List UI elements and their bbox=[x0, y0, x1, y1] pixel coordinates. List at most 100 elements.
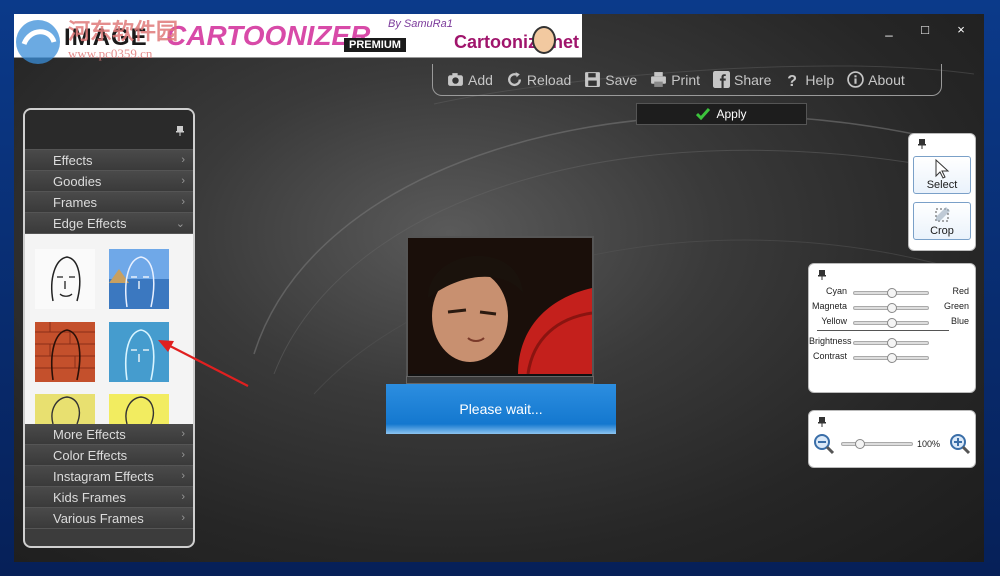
loading-progress-bar bbox=[406, 376, 594, 384]
pin-icon[interactable] bbox=[817, 417, 827, 427]
crop-label: Crop bbox=[930, 225, 954, 237]
slider-knob[interactable] bbox=[887, 353, 897, 363]
minimize-button[interactable]: _ bbox=[880, 22, 898, 37]
pin-icon[interactable] bbox=[917, 139, 927, 149]
photo-canvas[interactable] bbox=[406, 236, 594, 384]
menu-item-label: Edge Effects bbox=[53, 215, 127, 231]
chevron-right-icon: › bbox=[181, 470, 185, 482]
printer-icon bbox=[651, 72, 667, 87]
zoom-slider[interactable] bbox=[841, 439, 913, 449]
menu-item-label: Color Effects bbox=[53, 447, 128, 463]
chevron-right-icon: › bbox=[181, 512, 185, 524]
help-label: Help bbox=[805, 71, 835, 88]
share-label: Share bbox=[734, 71, 772, 88]
menu-goodies[interactable]: Goodies › bbox=[25, 171, 193, 192]
svg-text:?: ? bbox=[788, 73, 798, 88]
slider-track[interactable] bbox=[853, 318, 929, 328]
slider-left-label: Yellow bbox=[821, 316, 847, 326]
slider-row: Cyan Red bbox=[809, 286, 977, 300]
crop-icon bbox=[935, 207, 950, 222]
menu-frames[interactable]: Frames › bbox=[25, 192, 193, 213]
logo-premium-badge: PREMIUM bbox=[344, 38, 406, 52]
slider-left-label: Cyan bbox=[825, 286, 847, 296]
thumb-sketch-yellow-2[interactable] bbox=[109, 394, 169, 424]
camera-add-icon bbox=[448, 73, 463, 86]
chevron-right-icon: › bbox=[181, 175, 185, 187]
save-button[interactable]: Save bbox=[584, 71, 637, 88]
slider-right-label: Green bbox=[943, 301, 969, 311]
slider-track[interactable] bbox=[853, 303, 929, 313]
please-wait-text: Please wait... bbox=[459, 401, 543, 417]
reload-label: Reload bbox=[526, 71, 572, 88]
add-button[interactable]: Add bbox=[447, 71, 493, 88]
logo-author: By SamuRa1 bbox=[388, 18, 453, 30]
app-window: IMAGE CARTOONIZER By SamuRa1 PREMIUM Car… bbox=[14, 14, 984, 562]
menu-item-label: Frames bbox=[53, 194, 98, 210]
effects-panel-header bbox=[25, 110, 193, 150]
select-tool-button[interactable]: Select bbox=[913, 156, 971, 194]
pin-icon[interactable] bbox=[175, 126, 185, 136]
slider-left-label: Brightness bbox=[809, 336, 852, 346]
thumb-sketch-yellow-1[interactable] bbox=[35, 394, 95, 424]
thumb-sketch-brick[interactable] bbox=[35, 322, 95, 382]
logo-site-text: Cartoonize net bbox=[454, 32, 580, 52]
slider-right-label: Blue bbox=[950, 316, 969, 326]
chevron-right-icon: › bbox=[181, 196, 185, 208]
menu-various-frames[interactable]: Various Frames › bbox=[25, 508, 193, 529]
slider-track[interactable] bbox=[853, 288, 929, 298]
zoom-in-icon[interactable] bbox=[949, 433, 971, 455]
facebook-icon bbox=[713, 71, 731, 88]
maximize-button[interactable]: □ bbox=[916, 22, 934, 37]
menu-item-label: More Effects bbox=[53, 426, 126, 442]
pin-icon[interactable] bbox=[817, 270, 827, 280]
thumb-sketch-blue[interactable] bbox=[109, 322, 169, 382]
slider-knob[interactable] bbox=[887, 288, 897, 298]
menu-item-label: Kids Frames bbox=[53, 489, 126, 505]
print-button[interactable]: Print bbox=[650, 71, 700, 88]
slider-knob[interactable] bbox=[887, 318, 897, 328]
crop-tool-button[interactable]: Crop bbox=[913, 202, 971, 240]
slider-knob[interactable] bbox=[887, 303, 897, 313]
slider-left-label: Contrast bbox=[812, 351, 847, 361]
reload-button[interactable]: Reload bbox=[506, 71, 571, 88]
cursor-arrow-icon bbox=[935, 159, 950, 179]
apply-button[interactable]: Apply bbox=[636, 103, 807, 125]
watermark-logo-icon bbox=[16, 20, 60, 64]
apply-label: Apply bbox=[716, 107, 747, 121]
slider-divider bbox=[817, 330, 949, 331]
effects-panel: Effects › Goodies › Frames › Edge Effects ⌄ bbox=[23, 108, 195, 548]
share-button[interactable]: Share bbox=[713, 71, 771, 88]
edge-effects-thumbnails bbox=[25, 234, 193, 424]
slider-row: Contrast bbox=[809, 351, 977, 365]
chevron-right-icon: › bbox=[181, 428, 185, 440]
reload-icon bbox=[507, 72, 521, 87]
menu-more-effects[interactable]: More Effects › bbox=[25, 424, 193, 445]
menu-item-label: Instagram Effects bbox=[53, 468, 154, 484]
zoom-slider-knob[interactable] bbox=[855, 439, 865, 449]
chevron-right-icon: › bbox=[181, 491, 185, 503]
portrait-photo bbox=[408, 238, 593, 375]
chevron-down-icon: ⌄ bbox=[175, 217, 185, 230]
color-adjust-panel: Cyan Red Magneta Green Yellow Blue Brightness… bbox=[808, 263, 976, 393]
menu-effects[interactable]: Effects › bbox=[25, 150, 193, 171]
slider-knob[interactable] bbox=[887, 338, 897, 348]
menu-kids-frames[interactable]: Kids Frames › bbox=[25, 487, 193, 508]
thumb-sketch-color[interactable] bbox=[109, 249, 169, 309]
slider-row: Yellow Blue bbox=[809, 316, 977, 330]
help-button[interactable]: ? Help bbox=[784, 71, 835, 89]
print-label: Print bbox=[671, 71, 701, 88]
slider-row: Magneta Green bbox=[809, 301, 977, 315]
logo-cartoonizer-text: CARTOONIZER bbox=[166, 20, 371, 51]
slider-track[interactable] bbox=[853, 338, 929, 348]
thumb-sketch-bw[interactable] bbox=[35, 249, 95, 309]
slider-left-label: Magneta bbox=[811, 301, 847, 311]
save-label: Save bbox=[605, 71, 638, 88]
close-button[interactable]: × bbox=[952, 22, 970, 37]
menu-edge-effects[interactable]: Edge Effects ⌄ bbox=[25, 213, 193, 234]
menu-instagram-effects[interactable]: Instagram Effects › bbox=[25, 466, 193, 487]
menu-color-effects[interactable]: Color Effects › bbox=[25, 445, 193, 466]
chevron-right-icon: › bbox=[181, 154, 185, 166]
slider-track[interactable] bbox=[853, 353, 929, 363]
zoom-out-icon[interactable] bbox=[813, 433, 835, 455]
about-button[interactable]: About bbox=[847, 71, 905, 88]
